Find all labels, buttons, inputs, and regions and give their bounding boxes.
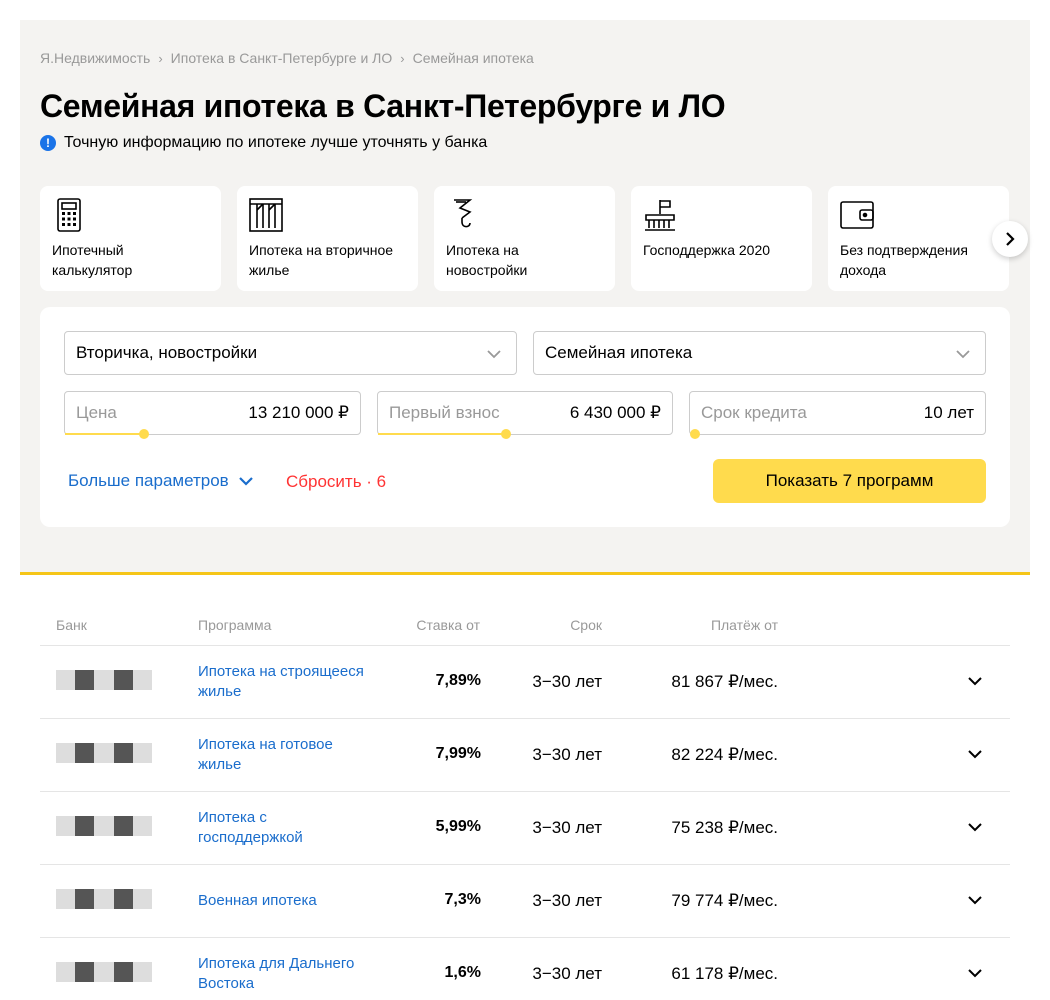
price-value: 13 210 000 ₽	[248, 403, 349, 422]
breadcrumb: Я.Недвижимость › Ипотека в Санкт-Петербу…	[40, 50, 534, 66]
breadcrumb-link-family-mortgage[interactable]: Семейная ипотека	[413, 50, 534, 66]
chevron-down-icon[interactable]	[968, 968, 982, 978]
down-payment-placeholder: Первый взнос	[389, 403, 500, 422]
column-header-rate: Ставка от	[416, 617, 480, 633]
card-state-support[interactable]: Господдержка 2020	[631, 186, 812, 291]
program-select[interactable]: Семейная ипотека	[533, 331, 986, 375]
more-params-label: Больше параметров	[68, 471, 229, 490]
chevron-down-icon[interactable]	[968, 676, 982, 686]
bank-logo-placeholder	[56, 816, 153, 836]
program-value: Семейная ипотека	[545, 343, 693, 362]
term-value: 3−30 лет	[532, 964, 602, 983]
property-type-value: Вторичка, новостройки	[76, 343, 258, 362]
price-field[interactable]: Цена 13 210 000 ₽	[64, 391, 361, 439]
bank-logo-placeholder	[56, 889, 153, 909]
loan-term-field[interactable]: Срок кредита 10 лет	[689, 391, 986, 439]
program-link[interactable]: Военная ипотека	[198, 891, 368, 911]
table-header: Банк Программа Ставка от Срок Платёж от	[40, 614, 1010, 646]
column-header-payment: Платёж от	[710, 617, 778, 633]
price-placeholder: Цена	[76, 403, 117, 422]
down-payment-slider-track	[378, 433, 507, 435]
chevron-down-icon[interactable]	[968, 895, 982, 905]
program-link[interactable]: Ипотека для Дальнего Востока	[198, 954, 368, 994]
chevron-down-icon	[956, 350, 970, 359]
payment-value: 79 774 ₽/мес.	[671, 891, 778, 910]
payment-value: 81 867 ₽/мес.	[671, 672, 778, 691]
loan-term-value: 10 лет	[923, 403, 974, 422]
bank-logo-placeholder	[56, 670, 153, 690]
bank-logo-placeholder	[56, 962, 153, 982]
table-row[interactable]: Ипотека для Дальнего Востока 1,6% 3−30 л…	[40, 938, 1010, 1000]
reset-filters-button[interactable]: Сбросить · 6	[286, 472, 386, 492]
table-row[interactable]: Ипотека на строящееся жилье 7,89% 3−30 л…	[40, 646, 1010, 719]
loan-term-placeholder: Срок кредита	[701, 403, 807, 422]
card-secondary-housing[interactable]: Ипотека на вторичное жилье	[237, 186, 418, 291]
card-new-buildings[interactable]: Ипотека на новостройки	[434, 186, 615, 291]
program-link[interactable]: Ипотека с господдержкой	[198, 808, 368, 848]
payment-value: 75 238 ₽/мес.	[671, 818, 778, 837]
card-label: Ипотека на новостройки	[446, 242, 528, 278]
more-params-button[interactable]: Больше параметров	[68, 471, 253, 491]
rate-value: 7,3%	[444, 891, 481, 908]
down-payment-slider-handle[interactable]	[501, 429, 511, 439]
price-slider-track	[65, 433, 145, 435]
calculator-icon	[57, 198, 81, 232]
column-header-bank: Банк	[56, 617, 87, 633]
rate-value: 5,99%	[435, 818, 481, 835]
price-slider-handle[interactable]	[139, 429, 149, 439]
term-value: 3−30 лет	[532, 672, 602, 691]
payment-value: 82 224 ₽/мес.	[671, 745, 778, 764]
bank-logo-placeholder	[56, 743, 153, 763]
program-link[interactable]: Ипотека на готовое жилье	[198, 735, 368, 775]
rate-value: 1,6%	[444, 964, 481, 981]
breadcrumb-link-home[interactable]: Я.Недвижимость	[40, 50, 150, 66]
table-row[interactable]: Ипотека на готовое жилье 7,99% 3−30 лет …	[40, 719, 1010, 792]
loan-term-slider-handle[interactable]	[690, 429, 700, 439]
chevron-down-icon	[238, 477, 253, 486]
card-label: Без подтверждения дохода	[840, 242, 968, 278]
building-icon	[249, 198, 283, 232]
crane-hook-icon	[454, 199, 473, 228]
chevron-down-icon	[487, 350, 501, 359]
government-flag-icon	[645, 200, 675, 231]
rate-value: 7,89%	[435, 672, 481, 689]
breadcrumb-separator: ›	[158, 50, 163, 66]
carousel-next-button[interactable]	[992, 221, 1028, 257]
info-icon: !	[40, 135, 56, 151]
info-notice: ! Точную информацию по ипотеке лучше уто…	[40, 134, 487, 152]
wallet-icon	[840, 201, 874, 229]
page-title: Семейная ипотека в Санкт-Петербурге и ЛО	[40, 88, 726, 124]
term-value: 3−30 лет	[532, 818, 602, 837]
card-mortgage-calculator[interactable]: Ипотечный калькулятор	[40, 186, 221, 291]
term-value: 3−30 лет	[532, 745, 602, 764]
card-label: Ипотека на вторичное жилье	[249, 242, 394, 278]
notice-text: Точную информацию по ипотеке лучше уточн…	[64, 134, 488, 151]
divider-line	[20, 572, 1030, 575]
breadcrumb-separator: ›	[400, 50, 405, 66]
chevron-down-icon[interactable]	[968, 822, 982, 832]
payment-value: 61 178 ₽/мес.	[671, 964, 778, 983]
column-header-program: Программа	[198, 617, 272, 633]
table-row[interactable]: Ипотека с господдержкой 5,99% 3−30 лет 7…	[40, 792, 1010, 865]
chevron-down-icon[interactable]	[968, 749, 982, 759]
column-header-term: Срок	[570, 617, 602, 633]
program-link[interactable]: Ипотека на строящееся жилье	[198, 662, 368, 702]
down-payment-field[interactable]: Первый взнос 6 430 000 ₽	[377, 391, 673, 439]
category-cards: Ипотечный калькулятор Ипотека на вторичн…	[40, 186, 1009, 291]
filter-panel: Вторичка, новостройки Семейная ипотека Ц…	[40, 307, 1010, 527]
table-row[interactable]: Военная ипотека 7,3% 3−30 лет 79 774 ₽/м…	[40, 865, 1010, 938]
card-no-income-proof[interactable]: Без подтверждения дохода	[828, 186, 1009, 291]
breadcrumb-link-mortgage-spb[interactable]: Ипотека в Санкт-Петербурге и ЛО	[171, 50, 393, 66]
card-label: Господдержка 2020	[643, 242, 771, 258]
down-payment-value: 6 430 000 ₽	[569, 403, 661, 422]
show-programs-button[interactable]: Показать 7 программ	[713, 459, 986, 503]
card-label: Ипотечный калькулятор	[52, 242, 133, 278]
property-type-select[interactable]: Вторичка, новостройки	[64, 331, 517, 375]
rate-value: 7,99%	[435, 745, 481, 762]
term-value: 3−30 лет	[532, 891, 602, 910]
chevron-right-icon	[1006, 232, 1015, 246]
